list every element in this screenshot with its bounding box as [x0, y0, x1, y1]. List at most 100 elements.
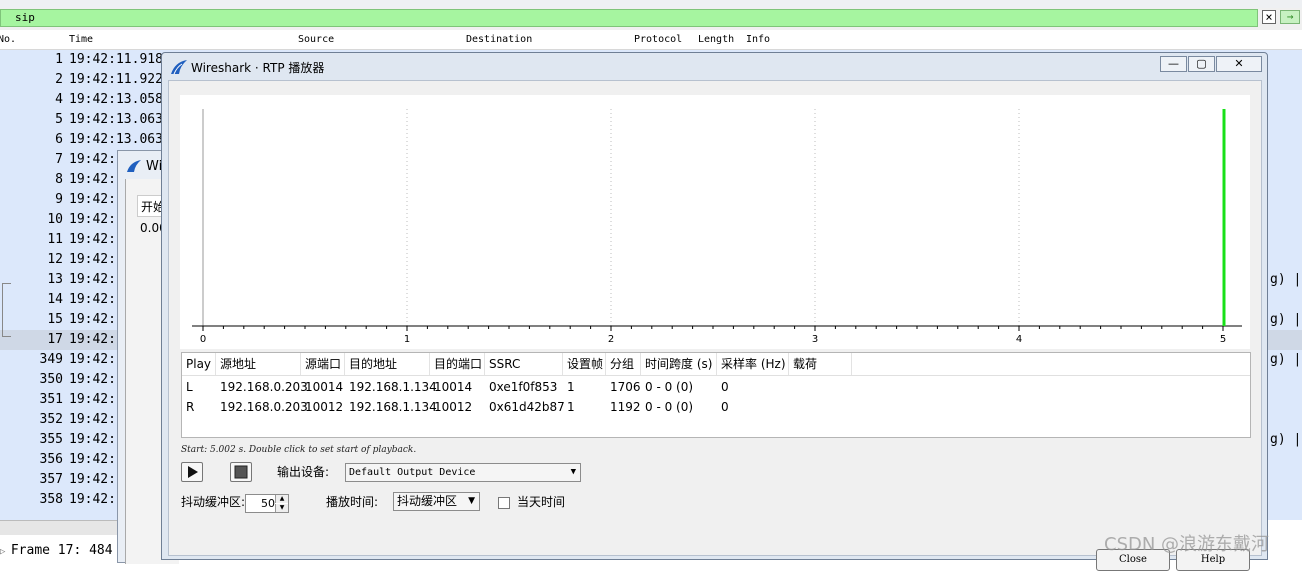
- rtp-player-window: Wireshark · RTP 播放器 — ▢ ✕ 0 1 2 3 4 5 Play 源地址…: [161, 52, 1268, 571]
- table-row[interactable]: R 192.168.0.203 10012 192.168.1.134 10012 0x6…: [182, 397, 1250, 417]
- packet-time: 19:42:: [69, 412, 116, 427]
- column-length[interactable]: Length: [698, 31, 734, 49]
- table-cell: 1: [567, 380, 575, 394]
- packet-time: 19:42:: [69, 312, 116, 327]
- header-cell[interactable]: 采样率 (Hz): [717, 353, 789, 375]
- spin-up-icon[interactable]: ▲: [275, 495, 288, 503]
- playback-timing-select[interactable]: 抖动缓冲区 ▼: [393, 492, 480, 511]
- minimize-button[interactable]: —: [1160, 56, 1187, 72]
- spin-down-icon[interactable]: ▼: [275, 504, 288, 512]
- header-cell[interactable]: 载荷: [789, 353, 852, 375]
- x-tick-label: 2: [608, 334, 614, 345]
- wireshark-fin-icon: [171, 60, 187, 75]
- header-cell[interactable]: 源地址: [216, 353, 301, 375]
- display-filter-input[interactable]: sip: [0, 9, 1258, 27]
- packet-no: 7: [55, 152, 63, 167]
- clear-filter-icon[interactable]: ×: [1262, 10, 1276, 24]
- header-cell[interactable]: 设置帧: [563, 353, 606, 375]
- packet-no: 352: [39, 412, 63, 427]
- packet-time: 19:42:13.058: [69, 92, 163, 107]
- packet-time: 19:42:: [69, 212, 116, 227]
- apply-filter-icon[interactable]: →: [1280, 10, 1300, 24]
- window-title: Wireshark · RTP 播放器: [191, 61, 325, 75]
- packet-no: 5: [55, 112, 63, 127]
- packet-time: 19:42:: [69, 232, 116, 247]
- maximize-button[interactable]: ▢: [1188, 56, 1215, 72]
- column-destination[interactable]: Destination: [466, 31, 532, 49]
- packet-no: 8: [55, 172, 63, 187]
- info-fragment: g) |: [1270, 272, 1302, 287]
- packet-time: 19:42:: [69, 372, 116, 387]
- header-cell[interactable]: SSRC: [485, 353, 563, 375]
- column-time[interactable]: Time: [69, 31, 93, 49]
- packet-time: 19:42:11.922: [69, 72, 163, 87]
- packet-time: 19:42:: [69, 472, 116, 487]
- packet-no: 355: [39, 432, 63, 447]
- table-cell: 0: [721, 380, 729, 394]
- chevron-down-icon: ▼: [468, 496, 475, 506]
- expand-arrow-icon[interactable]: ▷: [0, 547, 11, 557]
- header-cell[interactable]: 时间跨度 (s): [641, 353, 717, 375]
- info-fragment: g) |: [1270, 432, 1302, 447]
- header-cell[interactable]: Play: [182, 353, 216, 375]
- packet-no: 357: [39, 472, 63, 487]
- table-row[interactable]: L 192.168.0.203 10014 192.168.1.134 10014 0xe…: [182, 377, 1250, 397]
- packet-time: 19:42:: [69, 492, 116, 507]
- packet-no: 1: [55, 52, 63, 67]
- close-window-button[interactable]: ✕: [1216, 56, 1262, 72]
- packet-time: 19:42:: [69, 152, 116, 167]
- table-cell: 1706: [610, 380, 641, 394]
- waveform-plot[interactable]: 0 1 2 3 4 5: [180, 95, 1250, 349]
- header-cell[interactable]: 分组: [606, 353, 641, 375]
- header-cell[interactable]: 源端口: [301, 353, 345, 375]
- column-source[interactable]: Source: [298, 31, 334, 49]
- dialog-title: Wi: [146, 159, 163, 174]
- display-filter-bar: sip × →: [0, 8, 1302, 30]
- x-tick-label: 5: [1220, 334, 1226, 345]
- rtp-player-body: 0 1 2 3 4 5 Play 源地址 源端口 目的地址 目的端口 SSRC 设置帧 分组 时间跨度 (…: [168, 80, 1262, 571]
- jitter-buffer-spinbox[interactable]: 50 ▲ ▼: [245, 494, 289, 513]
- column-info[interactable]: Info: [746, 31, 770, 49]
- column-protocol[interactable]: Protocol: [634, 31, 682, 49]
- stop-button[interactable]: [230, 462, 252, 482]
- table-cell: 0 - 0 (0): [645, 400, 694, 414]
- packet-time: 19:42:: [69, 172, 116, 187]
- packet-time: 19:42:: [69, 452, 116, 467]
- packet-no: 2: [55, 72, 63, 87]
- table-cell: 192.168.1.134: [349, 400, 437, 414]
- header-cell[interactable]: 目的端口: [430, 353, 485, 375]
- table-cell: 10012: [434, 400, 473, 414]
- table-cell: [789, 377, 793, 397]
- horizontal-scrollbar[interactable]: [0, 520, 120, 535]
- stream-list[interactable]: Play 源地址 源端口 目的地址 目的端口 SSRC 设置帧 分组 时间跨度 (s) 采样率 (…: [181, 352, 1251, 438]
- time-of-day-checkbox[interactable]: [498, 497, 510, 509]
- packet-no: 10: [47, 212, 63, 227]
- packet-time: 19:42:: [69, 432, 116, 447]
- output-device-select[interactable]: Default Output Device ▼: [345, 463, 581, 482]
- table-cell: 10014: [305, 380, 344, 394]
- x-tick-label: 1: [404, 334, 410, 345]
- packet-time: 19:42:: [69, 252, 116, 267]
- play-button[interactable]: [181, 462, 203, 482]
- chevron-down-icon: ▼: [570, 467, 576, 477]
- table-cell: 10012: [305, 400, 344, 414]
- table-cell: L: [186, 380, 193, 394]
- packet-no: 349: [39, 352, 63, 367]
- table-cell: 0xe1f0f853: [489, 380, 558, 394]
- play-icon: [188, 466, 198, 478]
- table-cell: 192.168.0.203: [220, 380, 308, 394]
- jitter-buffer-label: 抖动缓冲区:: [181, 495, 246, 509]
- packet-time: 19:42:: [69, 332, 116, 347]
- header-cell[interactable]: 目的地址: [345, 353, 430, 375]
- x-tick-label: 3: [812, 334, 818, 345]
- table-cell: 192.168.1.134: [349, 380, 437, 394]
- table-cell: R: [186, 400, 195, 414]
- watermark: CSDN @浪游东戴河: [1104, 534, 1270, 555]
- packet-no: 4: [55, 92, 63, 107]
- table-cell: 0: [721, 400, 729, 414]
- table-cell: [789, 397, 793, 417]
- x-tick-label: 4: [1016, 334, 1022, 345]
- column-no[interactable]: No.: [0, 31, 16, 49]
- output-device-label: 输出设备:: [277, 465, 330, 479]
- frame-summary[interactable]: Frame 17: 484: [11, 543, 113, 558]
